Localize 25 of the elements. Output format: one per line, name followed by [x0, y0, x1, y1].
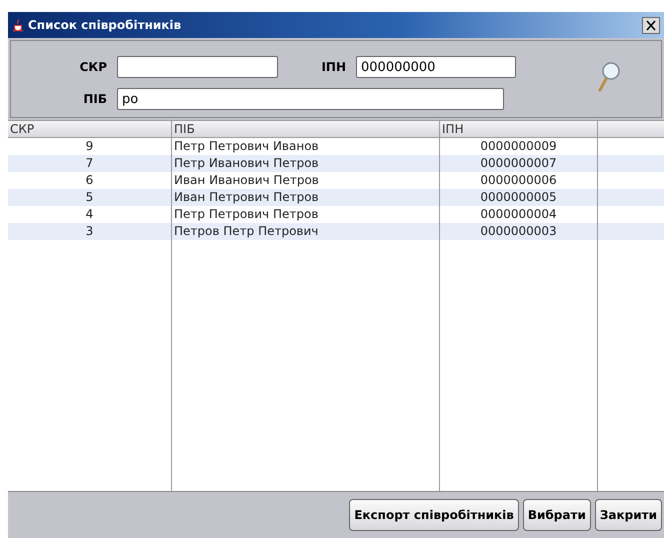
action-button[interactable]: Експорт співробітників — [349, 499, 519, 531]
table-cell: 5 — [8, 189, 172, 206]
input-field[interactable]: ро — [117, 88, 504, 110]
column-header[interactable]: СКР — [8, 121, 172, 137]
field-label: СКР — [78, 60, 107, 74]
action-button[interactable]: Вибрати — [522, 499, 591, 531]
table-cell: Петров Петр Петрович — [172, 223, 440, 240]
input-field[interactable] — [117, 56, 278, 78]
field-label: ІПН — [320, 60, 346, 74]
table-cell: 7 — [8, 155, 172, 172]
table-cell: 0000000005 — [440, 189, 598, 206]
search-icon[interactable] — [597, 61, 621, 93]
table-cell: 3 — [8, 223, 172, 240]
input-field[interactable]: 000000000 — [356, 56, 516, 78]
column-header[interactable]: ІПН — [440, 121, 598, 137]
window-title: Список співробітників — [28, 18, 182, 32]
table-cell: Петр Иванович Петров — [172, 155, 440, 172]
table-cell: 0000000003 — [440, 223, 598, 240]
table-cell: 0000000007 — [440, 155, 598, 172]
column-header[interactable]: ПІБ — [172, 121, 440, 137]
field-label: ПІБ — [82, 92, 107, 106]
cup-icon — [12, 18, 24, 32]
close-icon[interactable] — [642, 16, 660, 34]
action-button[interactable]: Закрити — [594, 499, 662, 531]
table-cell: Иван Петрович Петров — [172, 189, 440, 206]
